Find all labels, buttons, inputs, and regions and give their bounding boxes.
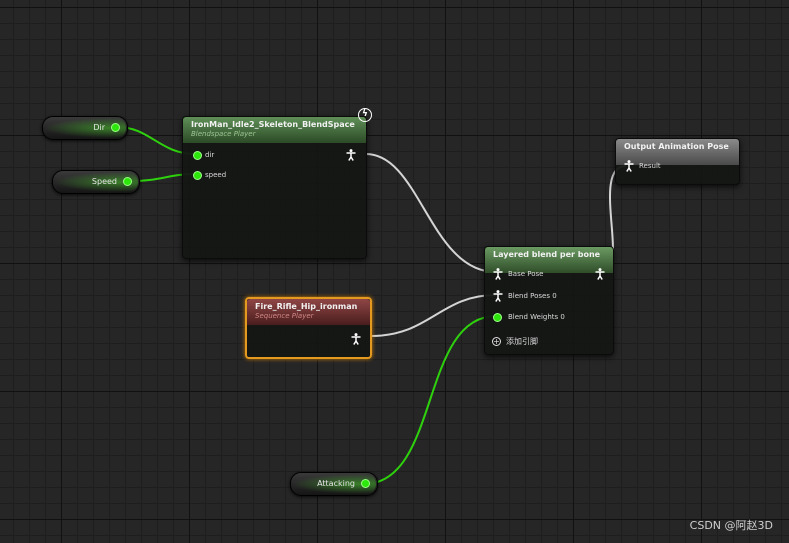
layered-blend-node[interactable]: Layered blend per bone Base Pose Blend P…: [484, 246, 614, 355]
wire-sequence-pose[interactable]: [370, 294, 497, 337]
node-title: IronMan_Idle2_Skeleton_BlendSpace: [191, 120, 355, 129]
variable-attacking-label: Attacking: [317, 479, 355, 488]
sequence-player-node[interactable]: Fire_Rifle_Hip_ironman Sequence Player: [245, 297, 372, 359]
blend-weights-label: Blend Weights 0: [508, 313, 565, 321]
node-title: Output Animation Pose: [624, 142, 729, 151]
node-subtitle: Sequence Player: [255, 312, 314, 320]
variable-speed[interactable]: Speed: [52, 170, 140, 194]
pose-output-icon[interactable]: [346, 149, 356, 161]
lightning-icon: ϟ: [358, 108, 372, 122]
wire-attacking[interactable]: [363, 315, 497, 485]
node-header: Fire_Rifle_Hip_ironman Sequence Player: [247, 299, 370, 325]
watermark: CSDN @阿赵3D: [689, 519, 773, 532]
blend-poses-input-icon[interactable]: [493, 290, 503, 302]
variable-dir-label: Dir: [93, 123, 105, 132]
variable-speed-label: Speed: [91, 177, 117, 186]
blend-poses-label: Blend Poses 0: [508, 292, 557, 300]
pose-output-icon[interactable]: [595, 268, 605, 280]
dir-input-pin[interactable]: [193, 151, 202, 160]
base-pose-input-icon[interactable]: [493, 268, 503, 280]
pose-output-icon[interactable]: [351, 333, 361, 345]
node-title: Fire_Rifle_Hip_ironman: [255, 302, 358, 311]
node-header: Output Animation Pose: [616, 139, 739, 165]
attacking-output-pin[interactable]: [361, 479, 370, 488]
wire-layer: [116, 126, 627, 485]
base-pose-label: Base Pose: [508, 270, 544, 278]
node-title: Layered blend per bone: [493, 250, 601, 259]
dir-output-pin[interactable]: [111, 123, 120, 132]
speed-input-pin[interactable]: [193, 171, 202, 180]
node-header: IronMan_Idle2_Skeleton_BlendSpace Blends…: [183, 117, 366, 143]
node-subtitle: Blendspace Player: [191, 130, 256, 138]
output-pose-node[interactable]: Output Animation Pose Result: [615, 138, 740, 185]
variable-attacking[interactable]: Attacking: [290, 472, 378, 496]
result-input-icon[interactable]: [624, 160, 634, 172]
speed-output-pin[interactable]: [123, 177, 132, 186]
speed-pin-label: speed: [205, 171, 227, 179]
blend-weights-input-pin[interactable]: [493, 313, 502, 322]
variable-dir[interactable]: Dir: [42, 116, 128, 140]
wire-blendspace-pose[interactable]: [365, 153, 497, 273]
add-pin-label[interactable]: 添加引脚: [506, 336, 538, 347]
node-header: Layered blend per bone: [485, 247, 613, 273]
dir-pin-label: dir: [205, 151, 215, 159]
add-pin-icon[interactable]: +: [492, 337, 501, 346]
blendspace-player-node[interactable]: IronMan_Idle2_Skeleton_BlendSpace Blends…: [182, 116, 367, 259]
result-label: Result: [639, 162, 661, 170]
